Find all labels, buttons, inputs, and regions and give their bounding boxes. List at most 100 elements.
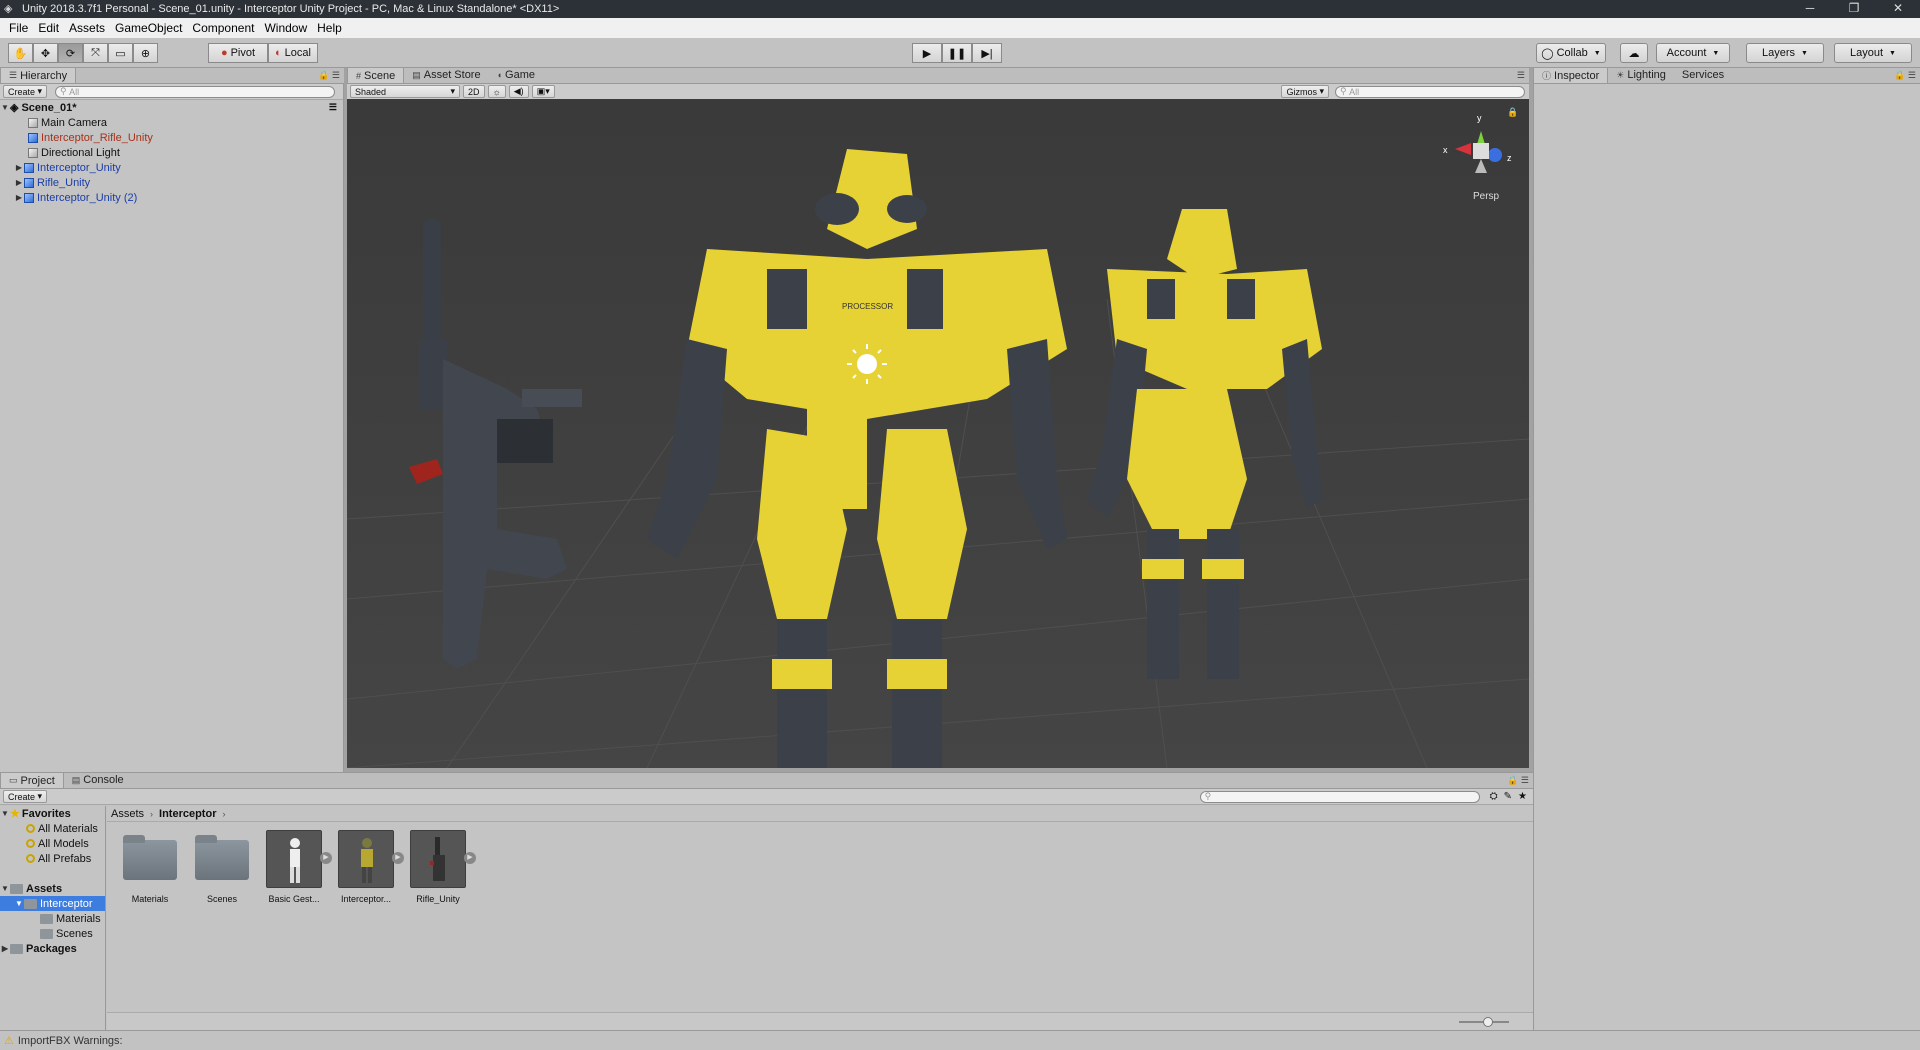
menu-gameobject[interactable]: GameObject xyxy=(110,21,187,35)
status-bar[interactable]: ⚠ ImportFBX Warnings: xyxy=(0,1030,1920,1050)
slider-thumb[interactable] xyxy=(1483,1017,1493,1027)
pivot-button[interactable]: ● Pivot xyxy=(208,43,268,63)
playback-controls: ▶ ❚❚ ▶| xyxy=(912,43,1002,63)
tab-services[interactable]: Services xyxy=(1674,67,1732,83)
scene-root-row[interactable]: ▼ ◈ Scene_01* ☰ xyxy=(0,100,343,115)
scale-tool-button[interactable]: ⤧ xyxy=(83,43,108,63)
asset-tile[interactable]: Materials xyxy=(115,830,185,904)
step-button[interactable]: ▶| xyxy=(972,43,1002,63)
hierarchy-item[interactable]: Directional Light xyxy=(28,145,120,160)
menu-help[interactable]: Help xyxy=(312,21,347,35)
collab-dropdown[interactable]: ◯ Collab ▼ xyxy=(1536,43,1606,63)
tree-favorite-item[interactable]: All Models xyxy=(26,836,89,851)
menu-window[interactable]: Window xyxy=(259,21,312,35)
rect-tool-button[interactable]: ▭ xyxy=(108,43,133,63)
pane-menu-icon[interactable]: 🔒 ☰ xyxy=(1507,775,1529,786)
tree-favorite-item[interactable]: All Materials xyxy=(26,821,98,836)
layers-dropdown[interactable]: Layers ▼ xyxy=(1746,43,1824,63)
tree-interceptor-selected[interactable]: ▼ Interceptor xyxy=(0,896,105,911)
audio-toggle[interactable]: ◀) xyxy=(508,85,529,98)
tree-child-folder[interactable]: Materials xyxy=(40,911,101,926)
pane-menu-icon[interactable]: ☰ xyxy=(1517,70,1525,81)
project-search-input[interactable]: ⚲ xyxy=(1199,790,1480,803)
hierarchy-item[interactable]: ▶ Interceptor_Unity xyxy=(14,160,121,175)
lighting-toggle[interactable]: ☼ xyxy=(487,85,506,98)
asset-tile[interactable]: ▶ Interceptor... xyxy=(331,830,404,904)
menu-edit[interactable]: Edit xyxy=(33,21,64,35)
humanoid-model-thumbnail xyxy=(266,830,322,888)
effects-dropdown[interactable]: ▣ ▾ xyxy=(531,85,555,98)
expand-arrow-icon[interactable]: ▶ xyxy=(14,163,24,172)
play-button[interactable]: ▶ xyxy=(912,43,942,63)
move-tool-button[interactable]: ✥ xyxy=(33,43,58,63)
pane-menu-icon[interactable]: 🔒 ☰ xyxy=(1894,70,1916,81)
menu-assets[interactable]: Assets xyxy=(64,21,110,35)
expand-arrow-icon[interactable]: ▼ xyxy=(0,884,10,893)
close-button[interactable]: ✕ xyxy=(1876,0,1920,18)
scene-search-input[interactable]: ⚲ All xyxy=(1335,85,1525,98)
menu-file[interactable]: File xyxy=(4,21,33,35)
asset-tile[interactable]: ▶ Basic Gest... xyxy=(259,830,332,904)
hierarchy-item[interactable]: ▶ Interceptor_Unity (2) xyxy=(14,190,137,205)
breadcrumb-assets[interactable]: Assets xyxy=(111,808,144,820)
tab-scene[interactable]: # Scene xyxy=(347,67,405,83)
expand-asset-icon[interactable]: ▶ xyxy=(464,852,476,864)
transform-tool-button[interactable]: ⊕ xyxy=(133,43,158,63)
tree-assets[interactable]: ▼ Assets xyxy=(0,881,105,896)
tab-project[interactable]: ▭ Project xyxy=(0,772,64,788)
maximize-button[interactable]: ❐ xyxy=(1832,0,1876,18)
tab-inspector[interactable]: ⓘ Inspector xyxy=(1533,67,1609,83)
expand-arrow-icon[interactable]: ▶ xyxy=(14,193,24,202)
mode-2d-toggle[interactable]: 2D xyxy=(463,85,485,98)
asset-tile[interactable]: ▶ Rifle_Unity xyxy=(403,830,476,904)
tab-asset-store[interactable]: ▤ Asset Store xyxy=(404,67,488,83)
tab-game[interactable]: ◖ Game xyxy=(489,67,543,83)
axis-x-label: x xyxy=(1443,145,1448,155)
persp-label[interactable]: Persp xyxy=(1473,191,1500,202)
tab-lighting[interactable]: ☀ Lighting xyxy=(1608,67,1674,83)
hierarchy-item[interactable]: Interceptor_Rifle_Unity xyxy=(28,130,153,145)
expand-arrow-icon[interactable]: ▶ xyxy=(0,944,10,953)
tree-favorite-item[interactable]: All Prefabs xyxy=(26,851,91,866)
scene-menu-icon[interactable]: ☰ xyxy=(329,102,337,113)
expand-arrow-icon[interactable]: ▼ xyxy=(0,103,10,112)
pause-button[interactable]: ❚❚ xyxy=(942,43,972,63)
hierarchy-item[interactable]: Main Camera xyxy=(28,115,107,130)
hierarchy-search-input[interactable]: ⚲ All xyxy=(55,85,336,98)
gizmos-dropdown[interactable]: Gizmos ▾ xyxy=(1281,85,1329,98)
shading-dropdown[interactable]: Shaded ▾ xyxy=(350,85,460,98)
scene-viewport[interactable]: PROCESSOR y x z Persp 🔒 xyxy=(347,99,1529,768)
pane-menu-icon[interactable]: 🔒 ☰ xyxy=(318,70,340,81)
robot-chest-label: PROCESSOR xyxy=(842,302,893,311)
lock-icon[interactable]: 🔒 xyxy=(1507,107,1518,117)
folder-icon xyxy=(40,913,53,924)
hand-tool-button[interactable]: ✋ xyxy=(8,43,33,63)
project-tree: ▼ ★ Favorites All Materials All Models A… xyxy=(0,806,106,1031)
tab-hierarchy[interactable]: ☰ Hierarchy xyxy=(0,67,77,83)
tree-favorites[interactable]: ▼ ★ Favorites xyxy=(0,806,105,821)
menu-component[interactable]: Component xyxy=(187,21,259,35)
icon-size-slider[interactable] xyxy=(1459,1017,1509,1027)
minimize-button[interactable]: ─ xyxy=(1788,0,1832,18)
tree-child-folder[interactable]: Scenes xyxy=(40,926,93,941)
filter-by-type-icon[interactable]: ⛭ xyxy=(1490,791,1498,802)
filter-by-label-icon[interactable]: ✎ xyxy=(1504,791,1512,802)
hierarchy-create-button[interactable]: Create ▾ xyxy=(3,85,48,98)
hierarchy-item[interactable]: ▶ Rifle_Unity xyxy=(14,175,90,190)
project-create-button[interactable]: Create ▾ xyxy=(3,790,48,803)
tree-packages[interactable]: ▶ Packages xyxy=(0,941,105,956)
local-button[interactable]: ◐ Local xyxy=(268,43,318,63)
expand-arrow-icon[interactable]: ▶ xyxy=(14,178,24,187)
asset-tile[interactable]: Scenes xyxy=(187,830,257,904)
expand-arrow-icon[interactable]: ▼ xyxy=(0,809,10,818)
rotate-tool-button[interactable]: ⟳ xyxy=(58,43,83,63)
axis-y-label: y xyxy=(1477,113,1482,123)
account-dropdown[interactable]: Account ▼ xyxy=(1656,43,1730,63)
breadcrumb-interceptor[interactable]: Interceptor xyxy=(159,808,216,820)
favorite-star-icon[interactable]: ★ xyxy=(1518,791,1527,802)
tab-console[interactable]: ▤ Console xyxy=(64,772,132,788)
cloud-button[interactable]: ☁ xyxy=(1620,43,1648,63)
sun-icon: ☼ xyxy=(492,86,501,97)
expand-arrow-icon[interactable]: ▼ xyxy=(14,899,24,908)
layout-dropdown[interactable]: Layout ▼ xyxy=(1834,43,1912,63)
